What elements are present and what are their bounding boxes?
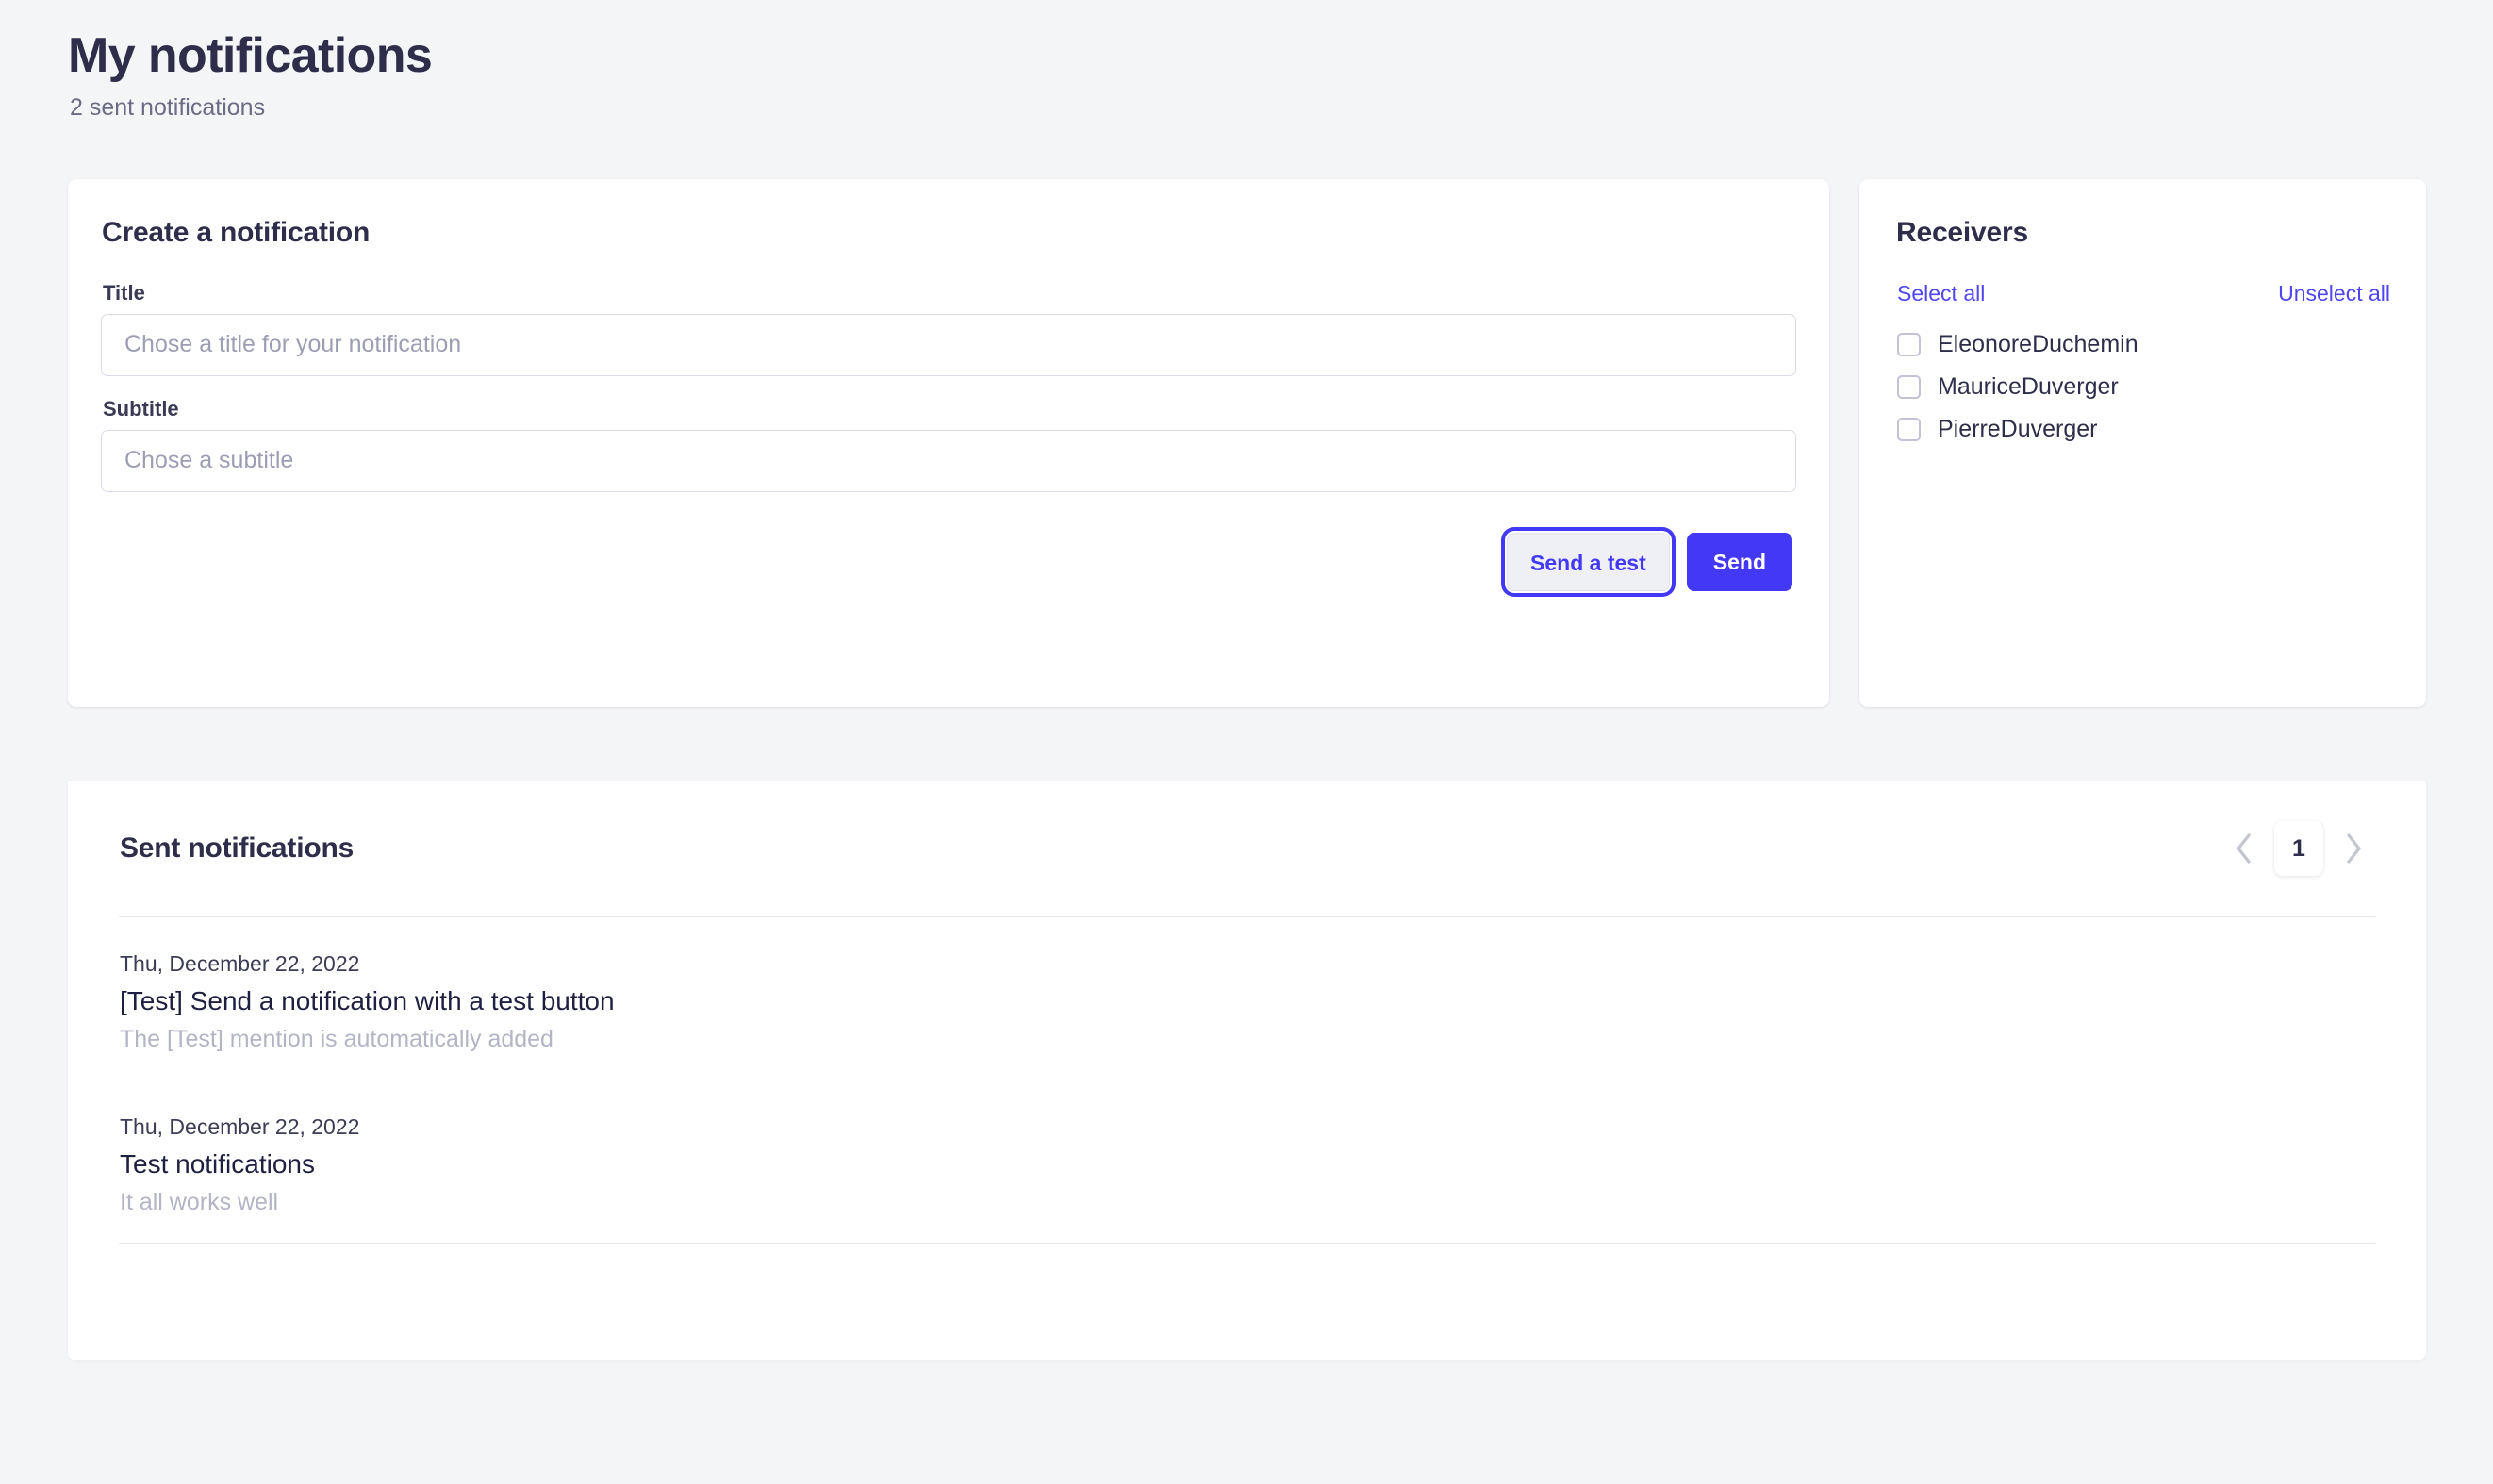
page-subtitle: 2 sent notifications bbox=[70, 93, 266, 121]
pagination: 1 bbox=[2223, 821, 2374, 876]
receiver-name: PierreDuverger bbox=[1938, 415, 2098, 442]
title-field-group: Title bbox=[101, 281, 1796, 376]
list-item[interactable]: Thu, December 22, 2022 [Test] Send a not… bbox=[119, 917, 2375, 1080]
notification-title: [Test] Send a notification with a test b… bbox=[120, 986, 615, 1015]
receiver-checkbox[interactable] bbox=[1897, 332, 1921, 356]
receiver-checkbox[interactable] bbox=[1897, 374, 1921, 399]
receivers-card-title: Receivers bbox=[1896, 216, 2028, 248]
receivers-card: Receivers Select all Unselect all Eleono… bbox=[1859, 178, 2426, 707]
notifications-page: My notifications 2 sent notifications Cr… bbox=[0, 0, 2493, 1484]
receivers-links: Select all Unselect all bbox=[1897, 281, 2390, 306]
notification-date: Thu, December 22, 2022 bbox=[120, 1114, 360, 1139]
send-a-test-button[interactable]: Send a test bbox=[1507, 532, 1670, 591]
sent-notifications-header: Sent notifications 1 bbox=[119, 781, 2375, 916]
page-header: My notifications 2 sent notifications bbox=[0, 0, 2493, 122]
receiver-item[interactable]: PierreDuverger bbox=[1895, 416, 2390, 443]
sent-notifications-card: Sent notifications 1 Thu, December 22, 2… bbox=[68, 781, 2426, 1360]
subtitle-field-group: Subtitle bbox=[101, 397, 1796, 492]
receiver-name: MauriceDuverger bbox=[1938, 372, 2119, 400]
page-title: My notifications bbox=[68, 28, 433, 83]
chevron-left-icon[interactable] bbox=[2223, 828, 2265, 869]
unselect-all-link[interactable]: Unselect all bbox=[2278, 281, 2390, 306]
receiver-item[interactable]: EleonoreDuchemin bbox=[1895, 331, 2390, 358]
create-notification-card: Create a notification Title Subtitle Sen… bbox=[68, 178, 1829, 707]
receiver-name: EleonoreDuchemin bbox=[1938, 330, 2138, 357]
chevron-right-icon[interactable] bbox=[2333, 828, 2374, 869]
notification-subtitle: It all works well bbox=[120, 1189, 279, 1215]
pagination-current-page[interactable]: 1 bbox=[2274, 821, 2323, 876]
notification-title: Test notifications bbox=[120, 1149, 315, 1179]
notification-subtitle: The [Test] mention is automatically adde… bbox=[120, 1026, 553, 1052]
list-item[interactable]: Thu, December 22, 2022 Test notification… bbox=[119, 1080, 2375, 1243]
divider bbox=[119, 1243, 2375, 1244]
subtitle-input[interactable] bbox=[101, 429, 1796, 492]
top-row: Create a notification Title Subtitle Sen… bbox=[0, 178, 2493, 707]
receiver-item[interactable]: MauriceDuverger bbox=[1895, 373, 2390, 401]
select-all-link[interactable]: Select all bbox=[1897, 281, 1985, 306]
send-button[interactable]: Send bbox=[1686, 532, 1792, 591]
receiver-checkbox[interactable] bbox=[1897, 417, 1921, 441]
create-card-title: Create a notification bbox=[102, 216, 371, 248]
title-input[interactable] bbox=[101, 313, 1796, 376]
title-field-label: Title bbox=[103, 280, 145, 305]
sent-notifications-title: Sent notifications bbox=[120, 833, 355, 864]
notification-date: Thu, December 22, 2022 bbox=[120, 951, 360, 976]
form-actions: Send a test Send bbox=[101, 532, 1796, 591]
subtitle-field-label: Subtitle bbox=[103, 396, 179, 420]
